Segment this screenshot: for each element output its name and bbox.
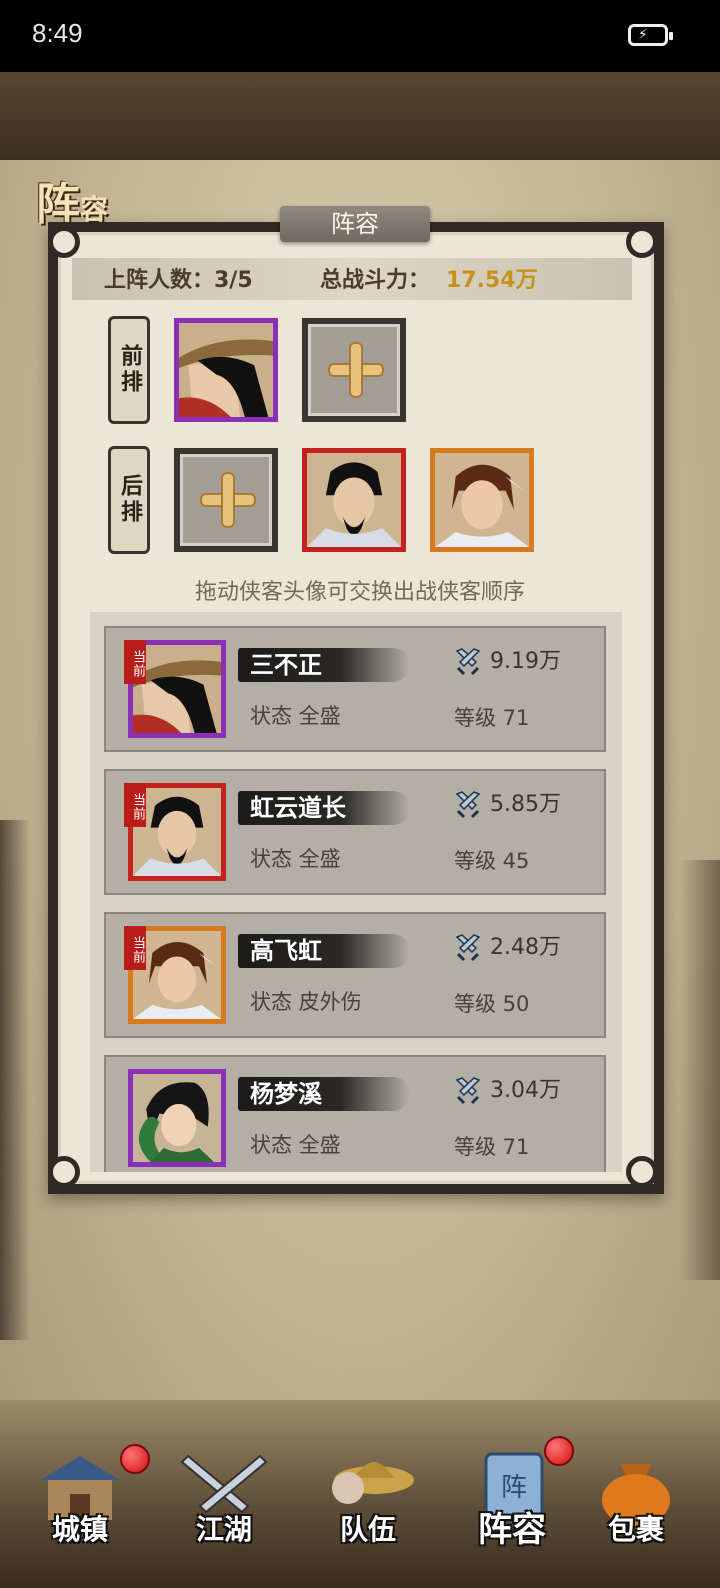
hero-card[interactable]: 当前 三不正 状态 全盛 9.19万 等级 71 <box>104 626 606 752</box>
ink-decoration <box>680 860 720 1280</box>
hero-portrait <box>435 453 529 547</box>
front-row-tag: 前排 <box>108 316 150 424</box>
nav-bag[interactable]: 包裹 <box>576 1440 696 1588</box>
current-badge: 当前 <box>124 926 146 970</box>
current-badge: 当前 <box>124 783 146 827</box>
battery-charging-icon: ⚡ <box>628 24 673 46</box>
combat-power-icon <box>455 1077 481 1105</box>
hero-portrait <box>307 453 401 547</box>
front-slot-hero-sanbuzheng[interactable] <box>174 318 278 422</box>
hero-name: 杨梦溪 <box>250 1080 322 1108</box>
back-slot-empty[interactable] <box>174 448 278 552</box>
panel-corner <box>626 226 658 258</box>
ink-decoration <box>0 820 30 1340</box>
nav-jianghu[interactable]: 江湖 <box>164 1440 284 1588</box>
hero-level: 等级 45 <box>454 849 530 873</box>
hero-power: 9.19万 <box>490 649 561 674</box>
svg-text:阵: 阵 <box>501 1473 527 1503</box>
notification-dot <box>544 1436 574 1466</box>
hero-state: 状态 全盛 <box>250 1133 341 1157</box>
hero-power: 5.85万 <box>490 792 561 817</box>
current-badge: 当前 <box>124 640 146 684</box>
plus-icon <box>202 474 254 526</box>
panel-corner <box>626 1156 658 1188</box>
nav-formation[interactable]: 阵 阵容 <box>452 1436 574 1588</box>
drag-hint: 拖动侠客头像可交换出战侠客顺序 <box>194 580 525 605</box>
combat-power-icon <box>455 791 481 819</box>
hero-list[interactable]: 当前 三不正 状态 全盛 9.19万 等级 71 当前 虹云道长 状态 全盛 5… <box>90 612 622 1172</box>
hero-card[interactable]: 杨梦溪 状态 全盛 3.04万 等级 71 <box>104 1055 606 1172</box>
total-power-label: 总战斗力： <box>320 268 431 293</box>
panel-title: 阵容 <box>280 206 430 242</box>
status-bar: 8:49 ⚡ <box>0 0 720 72</box>
nav-label: 阵容 <box>478 1510 546 1550</box>
hero-portrait <box>133 931 221 1019</box>
hero-name: 三不正 <box>250 651 322 679</box>
bottom-nav: 城镇 江湖 队伍 阵 阵容 包裹 <box>0 1436 720 1588</box>
status-time: 8:49 <box>32 18 83 48</box>
nav-team[interactable]: 队伍 <box>308 1440 428 1588</box>
combat-power-icon <box>455 934 481 962</box>
hero-state: 状态 全盛 <box>250 704 341 728</box>
hero-level: 等级 50 <box>454 992 530 1016</box>
notification-dot <box>120 1444 150 1474</box>
nav-label: 城镇 <box>51 1513 108 1546</box>
nav-town[interactable]: 城镇 <box>20 1440 150 1588</box>
hero-portrait <box>179 323 273 417</box>
top-banner <box>0 72 720 160</box>
plus-icon <box>330 344 382 396</box>
hero-avatar <box>128 1069 226 1167</box>
hero-card[interactable]: 当前 虹云道长 状态 全盛 5.85万 等级 45 <box>104 769 606 895</box>
back-slot-hero-gaofeihong[interactable] <box>430 448 534 552</box>
hero-name: 虹云道长 <box>250 794 346 822</box>
panel-corner <box>48 226 80 258</box>
hero-portrait <box>133 788 221 876</box>
hero-level: 等级 71 <box>454 1135 530 1159</box>
hero-level: 等级 71 <box>454 706 530 730</box>
combat-power-icon <box>455 648 481 676</box>
nav-label: 队伍 <box>339 1513 396 1546</box>
nav-label: 包裹 <box>607 1513 664 1546</box>
lineup-count: 上阵人数：3/5 <box>104 268 253 293</box>
hero-state: 状态 全盛 <box>250 847 341 871</box>
nav-label: 江湖 <box>195 1513 252 1546</box>
hero-power: 2.48万 <box>490 935 561 960</box>
hero-name: 高飞虹 <box>250 937 322 965</box>
panel-corner <box>48 1156 80 1188</box>
total-power-value: 17.54万 <box>446 268 538 293</box>
front-slot-empty[interactable] <box>302 318 406 422</box>
hero-state: 状态 皮外伤 <box>250 990 362 1014</box>
hero-power: 3.04万 <box>490 1078 561 1103</box>
hero-card[interactable]: 当前 高飞虹 状态 皮外伤 2.48万 等级 50 <box>104 912 606 1038</box>
back-row-tag: 后排 <box>108 446 150 554</box>
back-slot-hero-hongyun[interactable] <box>302 448 406 552</box>
hero-portrait <box>133 645 221 733</box>
hero-portrait <box>133 1074 221 1162</box>
